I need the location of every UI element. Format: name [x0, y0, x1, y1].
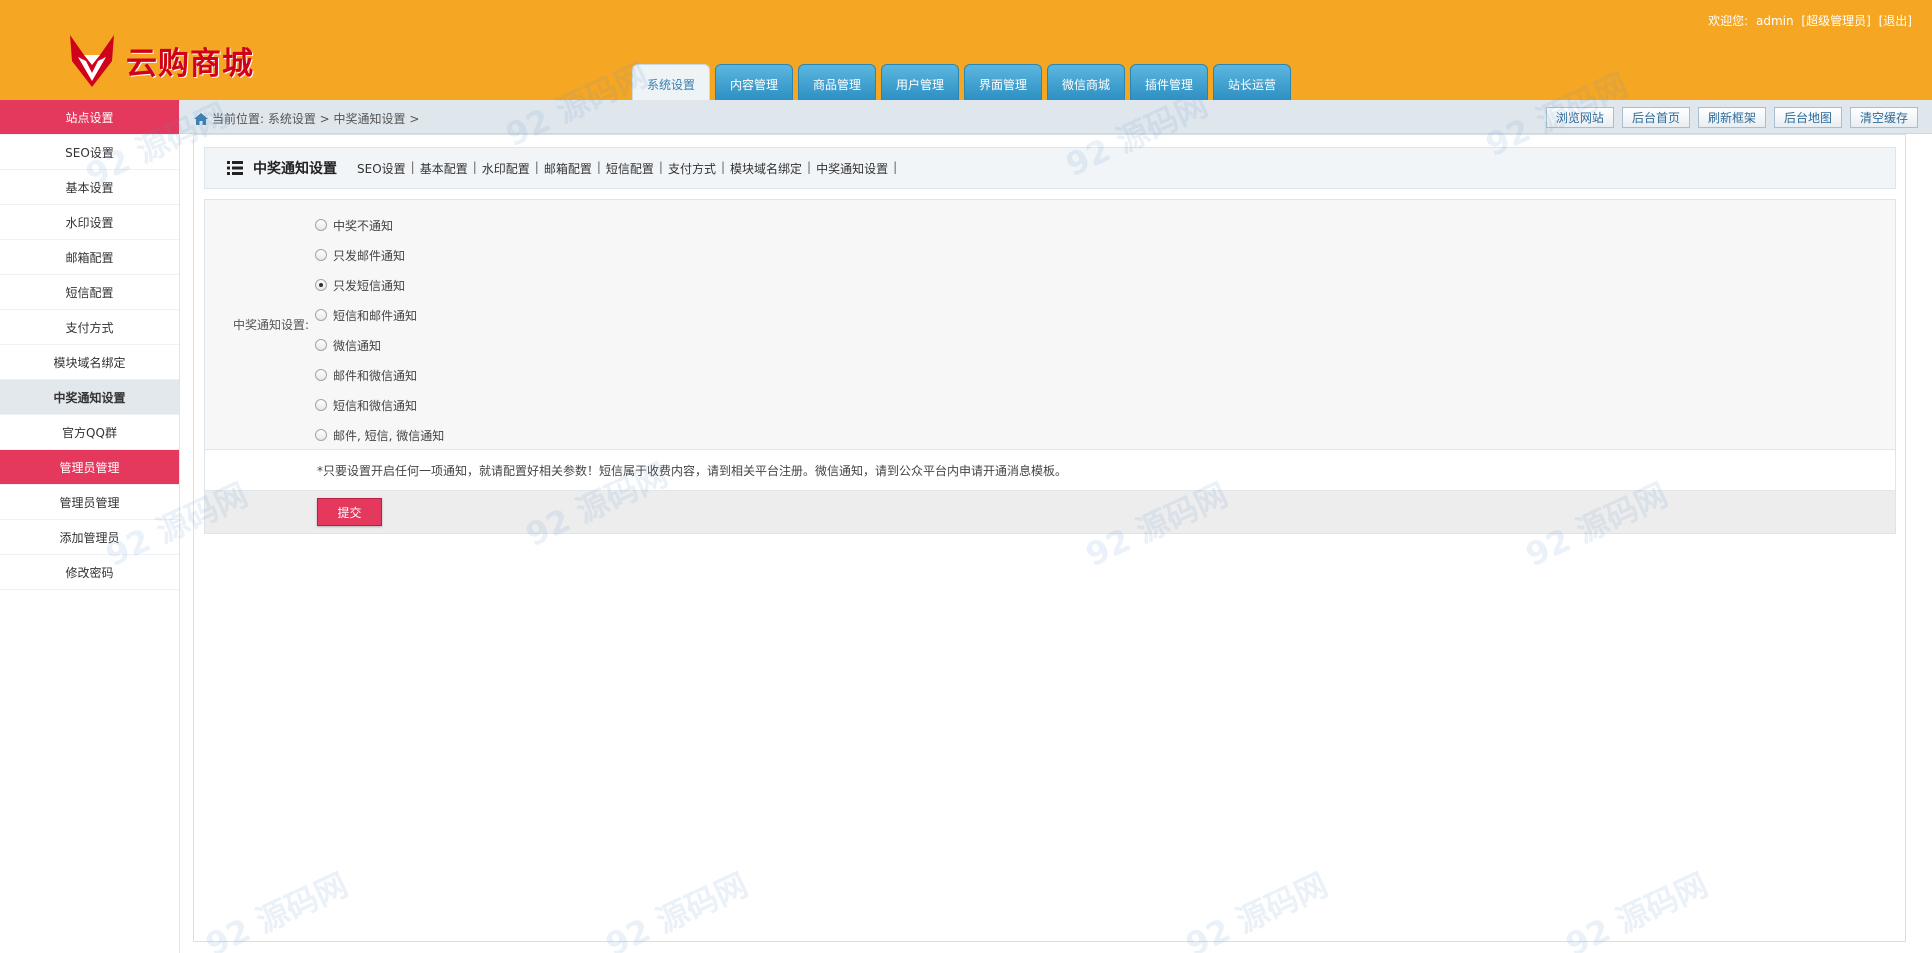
breadcrumb-text: 当前位置: 系统设置 > 中奖通知设置 >: [212, 112, 420, 126]
field-label: 中奖通知设置:: [232, 318, 309, 332]
option-label: 短信和微信通知: [333, 398, 418, 413]
fox-logo-icon: [70, 35, 114, 87]
sublink-watermark[interactable]: 水印配置: [482, 160, 530, 177]
radio-button[interactable]: [315, 249, 327, 261]
page-title: 中奖通知设置: [253, 161, 337, 177]
option-label: 中奖不通知: [333, 218, 394, 233]
sublink-seo[interactable]: SEO设置: [357, 160, 406, 177]
sidebar-item-payment[interactable]: 支付方式: [0, 310, 179, 345]
option-email-wechat[interactable]: 邮件和微信通知: [315, 360, 444, 390]
sidebar-item-seo[interactable]: SEO设置: [0, 135, 179, 170]
form-actions: 提交: [205, 491, 1895, 533]
admin-map-button[interactable]: 后台地图: [1773, 107, 1842, 128]
radio-button[interactable]: [315, 369, 327, 381]
sublink-domain[interactable]: 模块域名绑定: [730, 160, 802, 177]
submit-button[interactable]: 提交: [317, 498, 382, 526]
sidebar-item-qq-group[interactable]: 官方QQ群: [0, 415, 179, 450]
sidebar-item-add-admin[interactable]: 添加管理员: [0, 520, 179, 555]
sidebar-item-prize-notify[interactable]: 中奖通知设置: [0, 380, 179, 415]
sub-nav-links: SEO设置 | 基本配置 | 水印配置 | 邮箱配置 | 短信配置 | 支付方式 | 模块域…: [357, 160, 902, 177]
tab-wechat-mall[interactable]: 微信商城: [1047, 64, 1125, 100]
option-label: 邮件和微信通知: [333, 368, 418, 383]
sidebar-head-site-settings[interactable]: 站点设置: [0, 100, 179, 135]
welcome-bar: 欢迎您: admin [超级管理员] [退出]: [1704, 12, 1912, 29]
sidebar-item-basic[interactable]: 基本设置: [0, 170, 179, 205]
sublink-prize-notify[interactable]: 中奖通知设置: [816, 160, 888, 177]
top-header: 云购商城 欢迎您: admin [超级管理员] [退出] 系统设置 内容管理 商…: [0, 0, 1932, 100]
sidebar-item-domain[interactable]: 模块域名绑定: [0, 345, 179, 380]
sidebar-item-admin-manage[interactable]: 管理员管理: [0, 485, 179, 520]
notify-settings-form: 中奖通知设置: 中奖不通知 只发邮件通知 只发短信通知 短信和邮件通知 微信通知…: [204, 199, 1896, 534]
browse-site-button[interactable]: 浏览网站: [1545, 107, 1614, 128]
option-sms-email[interactable]: 短信和邮件通知: [315, 300, 444, 330]
option-label: 短信和邮件通知: [333, 308, 418, 323]
tab-interface[interactable]: 界面管理: [964, 64, 1042, 100]
sidebar-item-watermark[interactable]: 水印设置: [0, 205, 179, 240]
separator: |: [410, 159, 415, 174]
radio-button[interactable]: [315, 219, 327, 231]
option-label: 微信通知: [333, 338, 382, 353]
logo-text: 云购商城: [126, 45, 254, 82]
option-label: 邮件, 短信, 微信通知: [333, 428, 445, 443]
radio-button[interactable]: [315, 309, 327, 321]
logo[interactable]: 云购商城: [64, 28, 284, 92]
radio-button[interactable]: [315, 339, 327, 351]
option-sms-only[interactable]: 只发短信通知: [315, 270, 444, 300]
tab-plugins[interactable]: 插件管理: [1130, 64, 1208, 100]
sidebar-item-change-password[interactable]: 修改密码: [0, 555, 179, 590]
option-wechat[interactable]: 微信通知: [315, 330, 444, 360]
breadcrumb-bar: 当前位置: 系统设置 > 中奖通知设置 > 浏览网站 后台首页 刷新框架 后台地…: [180, 100, 1932, 134]
tab-content[interactable]: 内容管理: [715, 64, 793, 100]
radio-button[interactable]: [315, 429, 327, 441]
notify-options: 中奖不通知 只发邮件通知 只发短信通知 短信和邮件通知 微信通知 邮件和微信通知…: [315, 200, 444, 449]
section-titlebar: 中奖通知设置 SEO设置 | 基本配置 | 水印配置 | 邮箱配置 | 短信配置 | 支付…: [204, 147, 1896, 189]
separator: |: [658, 159, 663, 174]
refresh-frame-button[interactable]: 刷新框架: [1697, 107, 1766, 128]
option-label: 只发短信通知: [333, 278, 406, 293]
home-icon: [194, 112, 208, 125]
form-row-options: 中奖通知设置: 中奖不通知 只发邮件通知 只发短信通知 短信和邮件通知 微信通知…: [205, 200, 1895, 450]
admin-home-button[interactable]: 后台首页: [1621, 107, 1690, 128]
separator: |: [472, 159, 477, 174]
clear-cache-button[interactable]: 清空缓存: [1849, 107, 1918, 128]
role-link[interactable]: [超级管理员]: [1801, 14, 1870, 28]
sidebar-item-email[interactable]: 邮箱配置: [0, 240, 179, 275]
welcome-prefix: 欢迎您:: [1708, 14, 1749, 28]
sublink-payment[interactable]: 支付方式: [668, 160, 716, 177]
separator: |: [807, 159, 812, 174]
sublink-email[interactable]: 邮箱配置: [544, 160, 592, 177]
tab-operations[interactable]: 站长运营: [1213, 64, 1291, 100]
option-sms-wechat[interactable]: 短信和微信通知: [315, 390, 444, 420]
sublink-basic[interactable]: 基本配置: [420, 160, 468, 177]
logout-link[interactable]: [退出]: [1879, 14, 1912, 28]
separator: |: [596, 159, 601, 174]
radio-button-checked[interactable]: [315, 279, 327, 291]
separator: |: [893, 159, 898, 174]
sidebar: 站点设置 SEO设置 基本设置 水印设置 邮箱配置 短信配置 支付方式 模块域名…: [0, 100, 180, 953]
separator: |: [534, 159, 539, 174]
separator: |: [720, 159, 726, 174]
toolbar: 浏览网站 后台首页 刷新框架 后台地图 清空缓存: [1538, 107, 1918, 128]
sidebar-head-admin[interactable]: 管理员管理: [0, 450, 179, 485]
main-panel: 中奖通知设置 SEO设置 | 基本配置 | 水印配置 | 邮箱配置 | 短信配置 | 支付…: [193, 134, 1906, 942]
radio-button[interactable]: [315, 399, 327, 411]
tab-products[interactable]: 商品管理: [798, 64, 876, 100]
notice-text: *只要设置开启任何一项通知，就请配置好相关参数！短信属于收费内容，请到相关平台注…: [205, 450, 1895, 491]
breadcrumb: 当前位置: 系统设置 > 中奖通知设置 >: [194, 110, 419, 127]
sidebar-item-sms[interactable]: 短信配置: [0, 275, 179, 310]
option-email-only[interactable]: 只发邮件通知: [315, 240, 444, 270]
list-icon: [227, 161, 243, 175]
option-no-notify[interactable]: 中奖不通知: [315, 210, 444, 240]
username: admin: [1755, 14, 1794, 28]
sublink-sms[interactable]: 短信配置: [606, 160, 654, 177]
tab-system-settings[interactable]: 系统设置: [632, 64, 710, 100]
main-nav: 系统设置 内容管理 商品管理 用户管理 界面管理 微信商城 插件管理 站长运营: [632, 64, 1296, 100]
option-all[interactable]: 邮件, 短信, 微信通知: [315, 420, 444, 450]
tab-users[interactable]: 用户管理: [881, 64, 959, 100]
option-label: 只发邮件通知: [333, 248, 406, 263]
